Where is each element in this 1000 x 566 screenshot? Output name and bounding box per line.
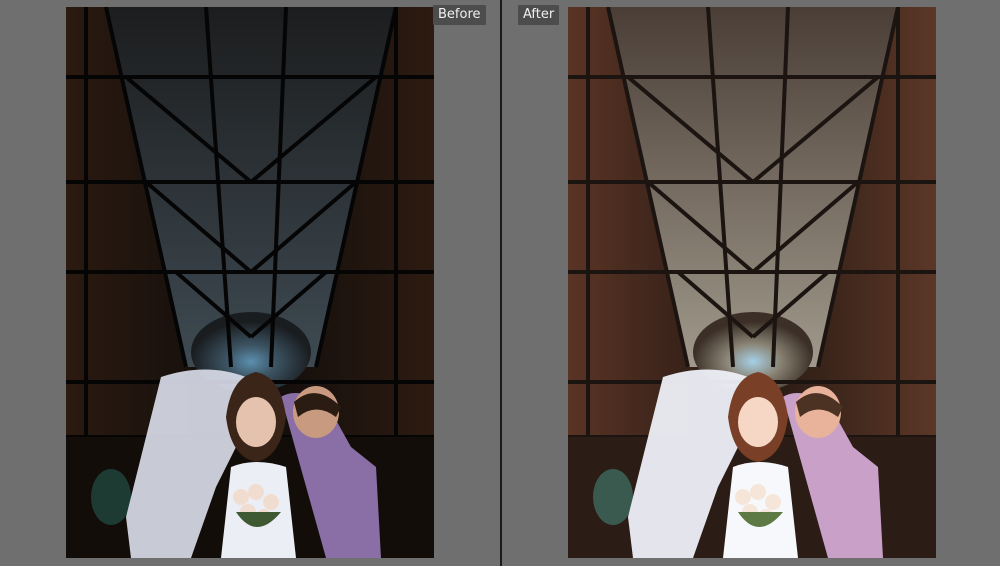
after-pane: After: [502, 0, 1000, 566]
after-photo: [568, 7, 936, 558]
before-photo: [66, 7, 434, 558]
after-label: After: [518, 5, 560, 25]
before-pane: Before: [0, 0, 500, 566]
before-label: Before: [433, 5, 486, 25]
